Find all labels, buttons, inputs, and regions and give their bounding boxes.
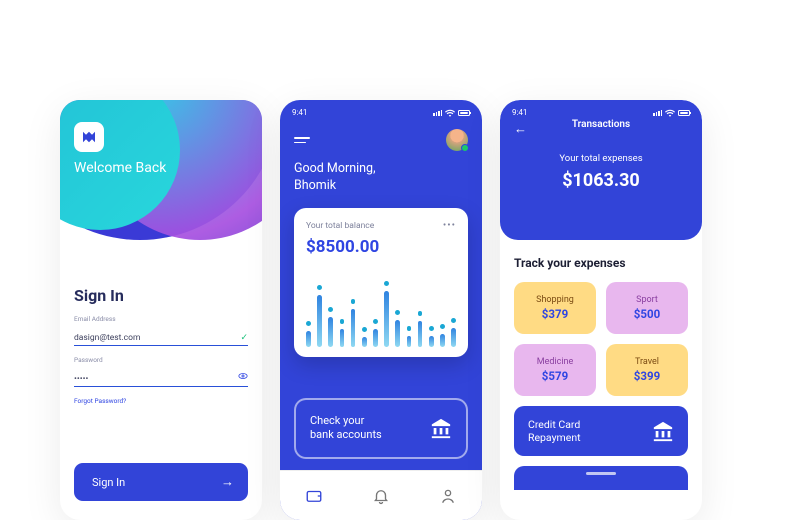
email-input[interactable] xyxy=(74,333,248,345)
credit-line2: Repayment xyxy=(528,431,581,444)
category-card-shopping[interactable]: Shopping $379 xyxy=(514,282,596,334)
avatar[interactable] xyxy=(446,129,468,151)
chart-bar xyxy=(328,317,333,347)
category-card-sport[interactable]: Sport $500 xyxy=(606,282,688,334)
chart-bar xyxy=(407,336,412,347)
chart-bar xyxy=(351,309,356,347)
chart-bar xyxy=(395,320,400,347)
tab-notifications[interactable] xyxy=(372,487,390,505)
password-input[interactable] xyxy=(74,374,248,386)
track-heading: Track your expenses xyxy=(514,256,688,270)
category-label: Sport xyxy=(636,295,658,305)
signin-button-label: Sign In xyxy=(92,476,125,489)
category-card-travel[interactable]: Travel $399 xyxy=(606,344,688,396)
page-title: Transactions xyxy=(500,119,702,130)
category-card-medicine[interactable]: Medicine $579 xyxy=(514,344,596,396)
status-time: 9:41 xyxy=(292,108,307,117)
wifi-icon xyxy=(665,109,675,117)
arrow-right-icon: → xyxy=(221,474,234,490)
status-bar: 9:41 xyxy=(280,100,482,117)
category-label: Travel xyxy=(635,357,659,367)
credit-line1: Credit Card xyxy=(528,418,581,431)
transactions-header: 9:41 ← Transactions Your total expenses … xyxy=(500,100,702,240)
category-label: Shopping xyxy=(536,295,574,305)
signin-screen: Welcome Back Sign In Email Address ✓ Pas… xyxy=(60,100,262,520)
chart-bar xyxy=(418,321,423,347)
password-field[interactable]: Password xyxy=(74,356,248,387)
wifi-icon xyxy=(445,109,455,117)
category-amount: $500 xyxy=(634,307,660,321)
chart-bar xyxy=(306,331,311,347)
dashboard-screen: 9:41 Good Morning, Bhomik Your total bal… xyxy=(280,100,482,520)
tab-profile[interactable] xyxy=(439,487,457,505)
tab-wallet[interactable] xyxy=(305,487,323,505)
credit-card-repayment[interactable]: Credit Card Repayment xyxy=(514,406,688,456)
category-amount: $399 xyxy=(634,369,660,383)
bank-icon xyxy=(652,420,674,442)
forgot-password-link[interactable]: Forgot Password? xyxy=(74,397,126,405)
email-label: Email Address xyxy=(74,315,248,323)
expenses-label: Your total expenses xyxy=(500,153,702,164)
app-logo xyxy=(74,122,104,152)
chart-bar xyxy=(362,337,367,347)
tab-bar xyxy=(280,470,482,520)
expenses-amount: $1063.30 xyxy=(500,170,702,191)
check-icon: ✓ xyxy=(240,333,248,343)
bank-cta-line2: bank accounts xyxy=(310,428,382,442)
signin-hero: Welcome Back xyxy=(60,100,262,260)
battery-icon xyxy=(458,110,470,116)
category-amount: $379 xyxy=(542,307,568,321)
chart-bar xyxy=(440,334,445,347)
signin-heading: Sign In xyxy=(74,286,248,305)
category-grid: Shopping $379 Sport $500 Medicine $579 T… xyxy=(514,282,688,396)
balance-card: Your total balance ••• $8500.00 xyxy=(294,208,468,357)
password-label: Password xyxy=(74,356,248,364)
chart-bar xyxy=(384,291,389,347)
signal-icon xyxy=(433,110,442,116)
signal-icon xyxy=(653,110,662,116)
balance-chart xyxy=(306,267,456,347)
chart-bar xyxy=(317,295,322,347)
chart-bar xyxy=(340,329,345,347)
eye-icon[interactable] xyxy=(238,371,248,384)
balance-amount: $8500.00 xyxy=(306,237,456,257)
chart-bar xyxy=(429,336,434,347)
battery-icon xyxy=(678,110,690,116)
menu-icon[interactable] xyxy=(294,137,310,144)
status-time: 9:41 xyxy=(512,108,527,117)
signin-button[interactable]: Sign In → xyxy=(74,463,248,501)
email-field[interactable]: Email Address ✓ xyxy=(74,315,248,346)
transactions-screen: 9:41 ← Transactions Your total expenses … xyxy=(500,100,702,520)
category-label: Medicine xyxy=(537,357,574,367)
greeting: Good Morning, Bhomik xyxy=(280,151,482,195)
balance-label: Your total balance xyxy=(306,221,374,231)
welcome-text: Welcome Back xyxy=(74,160,166,176)
chart-bar xyxy=(373,329,378,347)
status-bar: 9:41 xyxy=(500,100,702,117)
chart-bar xyxy=(451,328,456,347)
bank-icon xyxy=(430,417,452,439)
category-amount: $579 xyxy=(542,369,568,383)
bank-accounts-card[interactable]: Check your bank accounts xyxy=(294,398,468,459)
bottom-sheet-handle[interactable] xyxy=(514,466,688,490)
greeting-line1: Good Morning, xyxy=(294,161,468,178)
bank-cta-line1: Check your xyxy=(310,414,382,428)
more-icon[interactable]: ••• xyxy=(443,220,456,231)
greeting-line2: Bhomik xyxy=(294,178,468,195)
